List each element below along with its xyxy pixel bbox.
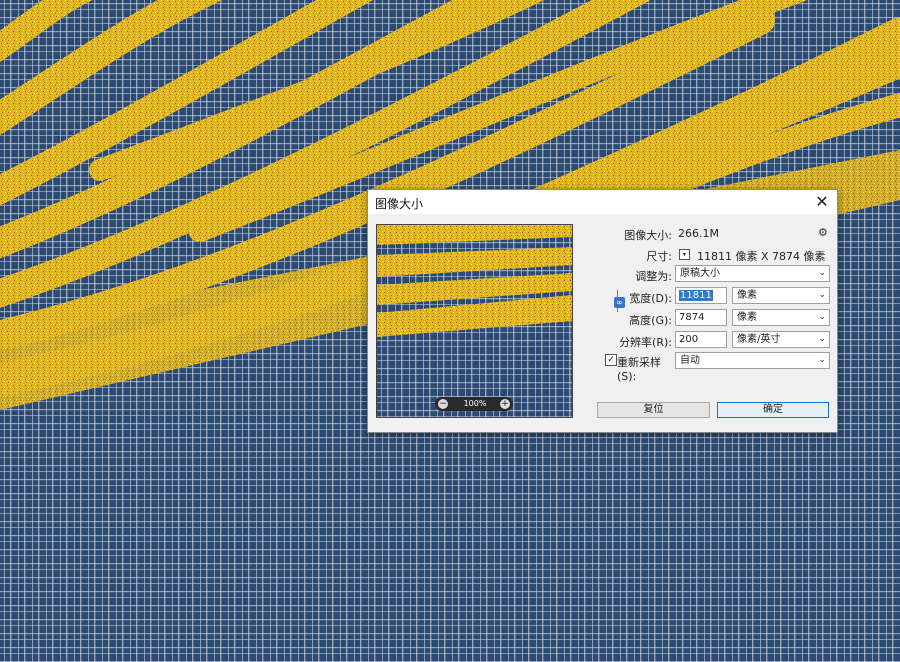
dimensions-label: 尺寸: — [646, 250, 672, 263]
chevron-down-icon: ⌄ — [818, 312, 826, 322]
resample-select[interactable]: 自动 ⌄ — [675, 352, 830, 369]
ok-button[interactable]: 确定 — [717, 402, 829, 418]
dialog-title: 图像大小 — [375, 197, 424, 211]
height-input[interactable]: 7874 — [675, 309, 727, 326]
image-size-dialog: 图像大小 ✕ − 100% + 图像大小: 266.1M ⚙ 尺寸: ▾ 118… — [367, 189, 838, 433]
chevron-down-icon: ⌄ — [818, 334, 826, 344]
height-value: 7874 — [679, 312, 705, 323]
zoom-control: − 100% + — [435, 397, 513, 411]
height-label: 高度(G): — [629, 314, 672, 327]
width-unit: 像素 — [737, 290, 757, 301]
image-size-value: 266.1M — [678, 227, 719, 240]
resolution-value: 200 — [679, 334, 699, 345]
reset-button[interactable]: 复位 — [597, 402, 710, 418]
fit-to-select[interactable]: 原稿大小 ⌄ — [675, 265, 830, 282]
width-value: 11811 — [679, 290, 713, 301]
dimensions-dropdown-icon[interactable]: ▾ — [679, 249, 690, 260]
width-input[interactable]: 11811 — [675, 287, 727, 304]
dialog-titlebar[interactable]: 图像大小 ✕ — [368, 190, 837, 214]
resample-label: 重新采样(S): — [617, 356, 661, 383]
resolution-unit: 像素/英寸 — [737, 334, 781, 345]
preview-image — [377, 225, 572, 417]
resample-checkbox[interactable]: ✓ — [605, 354, 617, 366]
fit-to-value: 原稿大小 — [680, 268, 720, 279]
gear-icon[interactable]: ⚙ — [818, 226, 828, 239]
resolution-input[interactable]: 200 — [675, 331, 727, 348]
width-label: 宽度(D): — [629, 292, 672, 305]
chevron-down-icon: ⌄ — [818, 355, 826, 365]
chevron-down-icon: ⌄ — [818, 268, 826, 278]
zoom-in-icon[interactable]: + — [500, 399, 510, 409]
resample-value: 自动 — [680, 355, 700, 366]
image-preview[interactable]: − 100% + — [376, 224, 573, 418]
resolution-unit-select[interactable]: 像素/英寸 ⌄ — [732, 331, 830, 348]
height-unit-select[interactable]: 像素 ⌄ — [732, 309, 830, 326]
zoom-out-icon[interactable]: − — [438, 399, 448, 409]
chevron-down-icon: ⌄ — [818, 290, 826, 300]
close-icon[interactable]: ✕ — [811, 192, 833, 212]
height-unit: 像素 — [737, 312, 757, 323]
width-unit-select[interactable]: 像素 ⌄ — [732, 287, 830, 304]
dimensions-value: 11811 像素 X 7874 像素 — [697, 250, 826, 263]
zoom-value: 100% — [463, 399, 487, 408]
fit-to-label: 调整为: — [635, 270, 672, 283]
image-size-label: 图像大小: — [624, 229, 672, 242]
resolution-label: 分辨率(R): — [619, 336, 672, 349]
